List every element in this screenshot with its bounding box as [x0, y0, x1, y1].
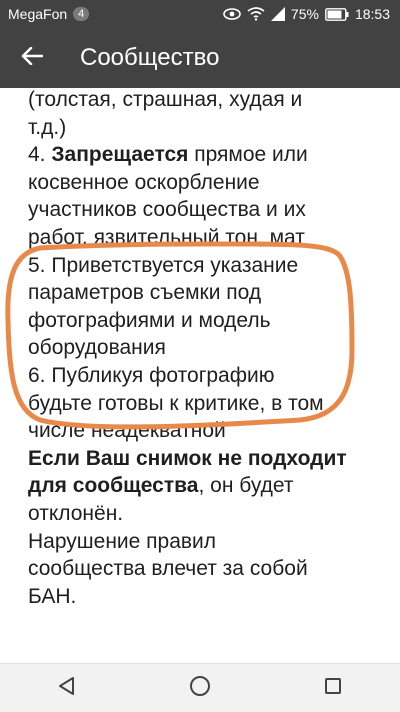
text-line: т.д.)	[28, 115, 67, 139]
rule-4-number: 4.	[28, 143, 52, 167]
text-line: для сообщества, он будет	[28, 472, 388, 500]
rule-4-line: 4. Запрещается прямое или	[28, 141, 388, 169]
text-line: (толстая, страшная, худая и	[28, 88, 303, 111]
system-nav-bar	[0, 663, 400, 712]
text-line: косвенное оскорбление	[28, 170, 260, 194]
back-button[interactable]	[4, 28, 60, 88]
reject-bold: для сообщества	[28, 474, 199, 498]
text-line: параметров съемки под	[28, 281, 262, 305]
text-line: 6. Публикуя фотографию	[28, 363, 275, 387]
carrier-name: MegaFon	[8, 6, 68, 22]
text-line: фотографиями и модель	[28, 308, 271, 332]
carrier-badge: 4	[73, 7, 90, 21]
nav-recents-button[interactable]	[309, 664, 357, 712]
reject-rest: , он будет	[198, 474, 294, 498]
text-line: Если Ваш снимок не подходит	[28, 445, 388, 473]
reject-bold: Если Ваш снимок не подходит	[28, 446, 347, 470]
circle-home-icon	[189, 675, 211, 702]
battery-percent: 75%	[290, 6, 319, 22]
status-right: 75% 18:53	[223, 6, 400, 22]
triangle-back-icon	[57, 676, 77, 701]
status-time: 18:53	[354, 6, 390, 22]
community-rules-text: (толстая, страшная, худая и т.д.) 4. Зап…	[28, 86, 388, 666]
text-line: числе неадекватной	[28, 419, 226, 443]
nav-back-button[interactable]	[43, 664, 91, 712]
signal-icon	[270, 7, 285, 21]
nav-home-button[interactable]	[176, 664, 224, 712]
square-recents-icon	[324, 677, 342, 700]
text-line: 5. Приветствуется указание	[28, 253, 299, 277]
text-line: работ, язвительный тон, мат	[28, 225, 305, 249]
eye-icon	[223, 8, 241, 20]
page-title: Сообщество	[80, 44, 220, 71]
text-line: участников сообщества и их	[28, 198, 306, 222]
text-line: БАН.	[28, 584, 77, 608]
text-line: будьте готовы к критике, в том	[28, 391, 324, 415]
arrow-back-icon	[21, 46, 44, 70]
text-line: сообщества влечет за собой	[28, 557, 308, 581]
status-left: MegaFon 4	[0, 6, 90, 22]
text-line: отклонён.	[28, 501, 124, 525]
battery-icon	[325, 7, 349, 21]
status-bar: MegaFon 4 75% 18:53	[0, 0, 400, 28]
wifi-icon	[247, 7, 265, 21]
text-line: оборудования	[28, 336, 166, 360]
text-line: Нарушение правил	[28, 529, 217, 553]
rule-4-rest: прямое или	[188, 143, 308, 167]
rule-4-bold: Запрещается	[51, 143, 189, 167]
app-bar: Сообщество	[0, 28, 400, 88]
